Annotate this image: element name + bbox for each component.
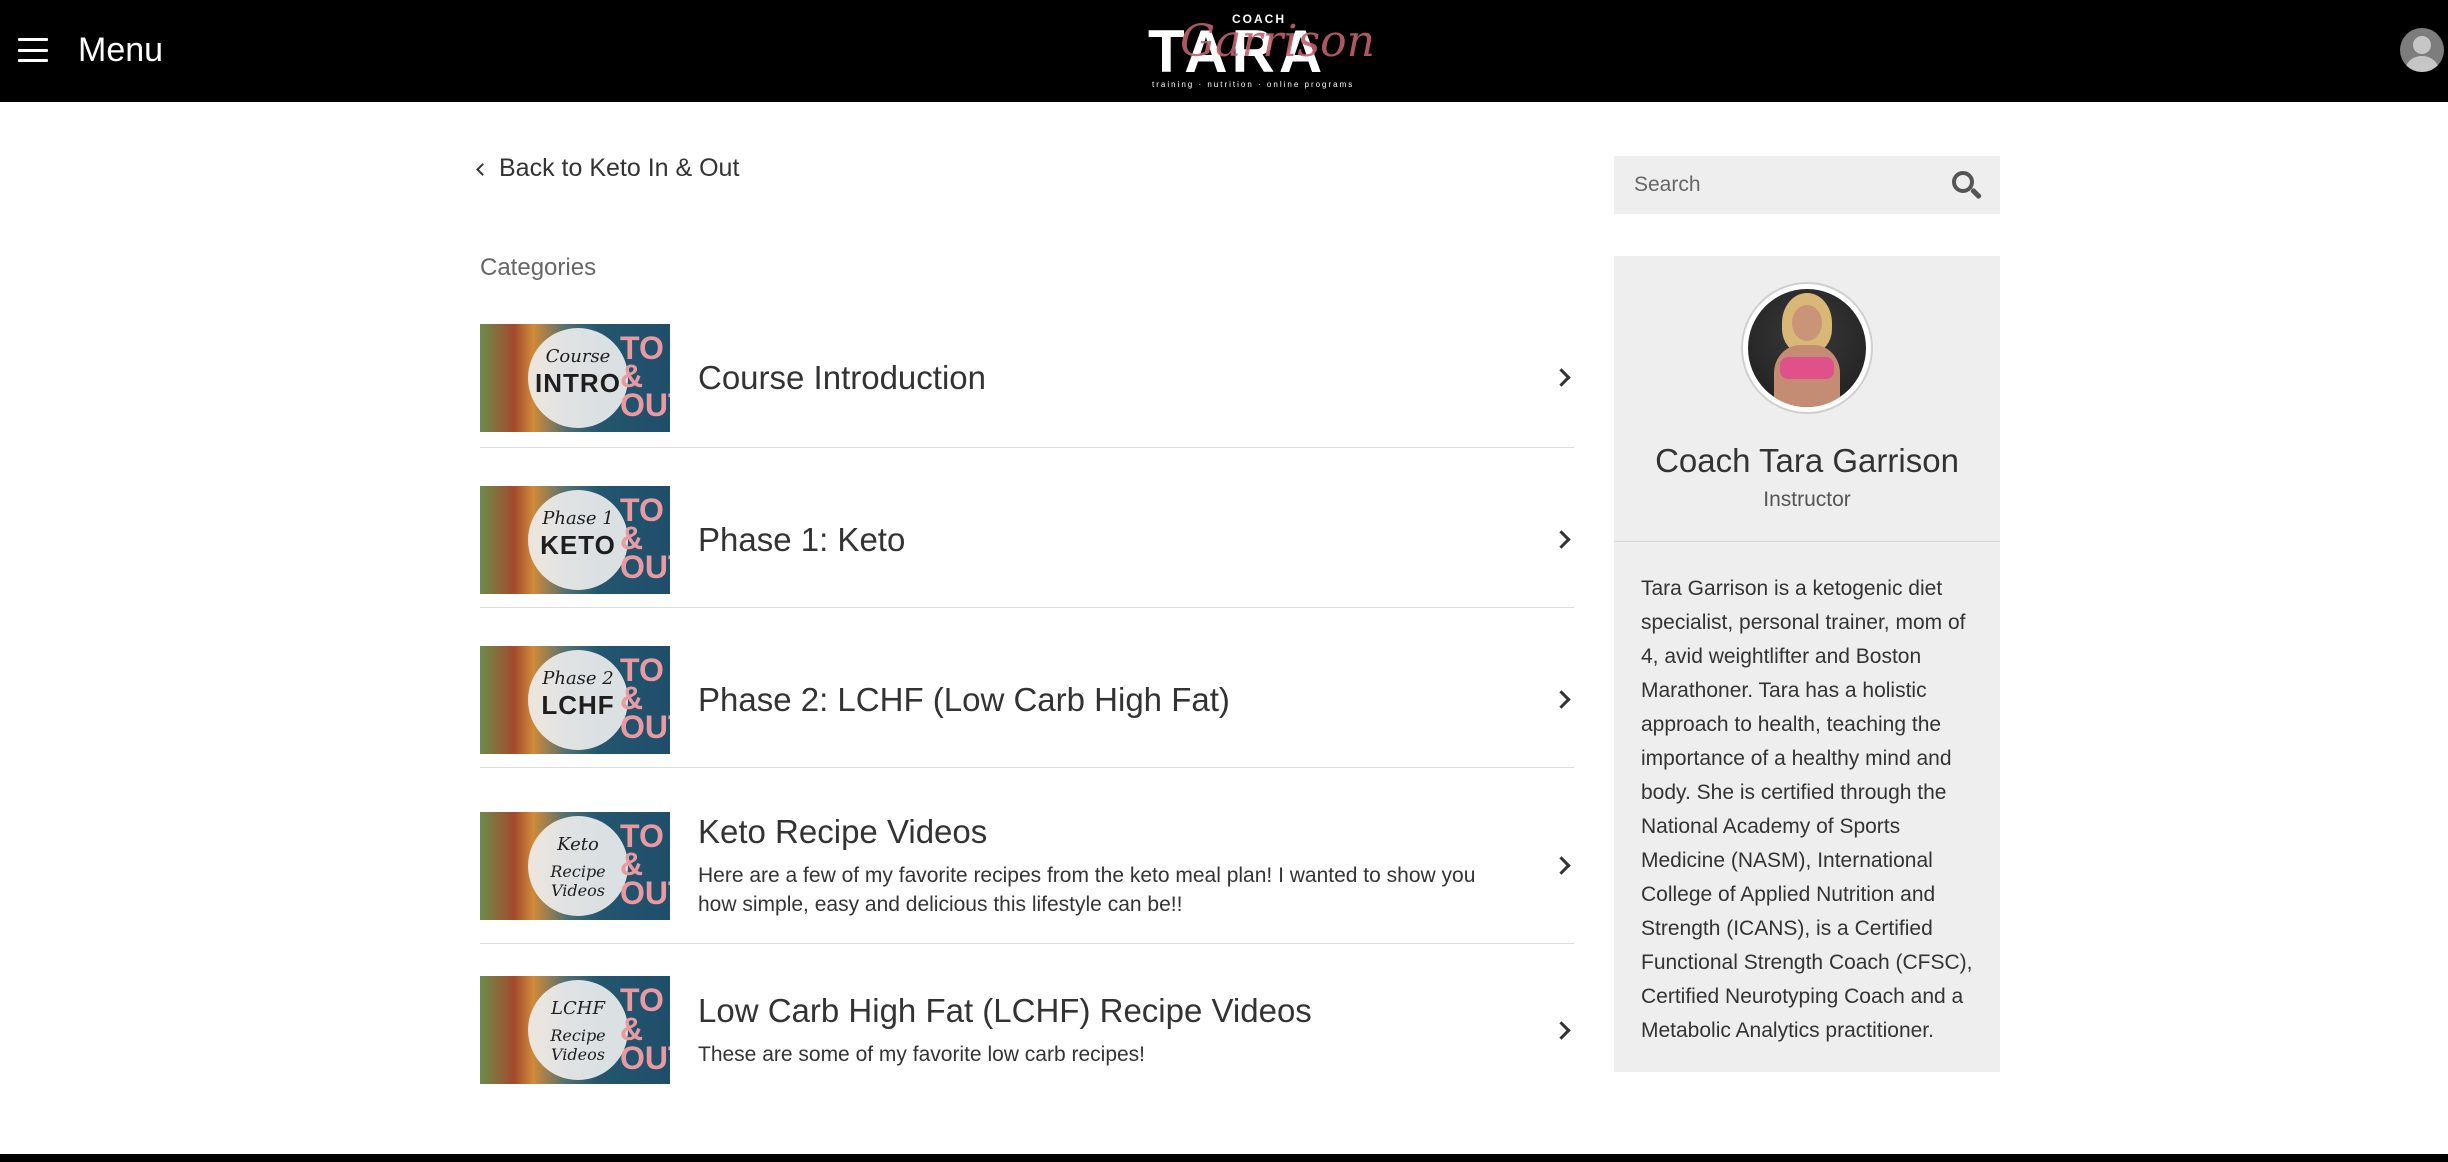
search-input[interactable] (1614, 156, 1950, 214)
instructor-photo (1741, 282, 1873, 414)
category-title: Phase 1: Keto (698, 520, 906, 558)
instructor-role: Instructor (1763, 488, 1851, 511)
categories-heading: Categories (480, 254, 597, 281)
category-item[interactable]: Phase 1 KETO TO & OUT Phase 1: Keto (480, 448, 1574, 608)
footer-strip (0, 1154, 2448, 1162)
category-item[interactable]: Phase 2 LCHF TO & OUT Phase 2: LCHF (Low… (480, 608, 1574, 768)
logo-tagline: training · nutrition · online programs (1152, 80, 1355, 89)
category-thumbnail: Keto Recipe Videos TO & OUT (480, 811, 670, 920)
category-item[interactable]: LCHF Recipe Videos TO & OUT Low Carb Hig… (480, 944, 1574, 1094)
logo-script-text: Garrison (1180, 16, 1375, 67)
category-thumbnail: Course INTRO TO & OUT (480, 323, 670, 432)
category-thumbnail: Phase 2 LCHF TO & OUT (480, 645, 670, 754)
menu-label: Menu (78, 30, 164, 69)
category-list: Course INTRO TO & OUT Course Introductio… (480, 310, 1574, 1094)
category-title: Phase 2: LCHF (Low Carb High Fat) (698, 680, 1230, 718)
category-description: Here are a few of my favorite recipes fr… (698, 863, 1476, 916)
instructor-card: Coach Tara Garrison Instructor Tara Garr… (1614, 256, 2000, 1072)
instructor-name: Coach Tara Garrison (1655, 442, 1959, 479)
category-description: These are some of my favorite low carb r… (698, 1042, 1146, 1066)
category-item[interactable]: Course INTRO TO & OUT Course Introductio… (480, 310, 1574, 448)
user-avatar-icon[interactable] (2400, 28, 2444, 72)
category-thumbnail: Phase 1 KETO TO & OUT (480, 485, 670, 594)
search-box (1614, 156, 2000, 214)
category-item[interactable]: Keto Recipe Videos TO & OUT Keto Recipe … (480, 768, 1574, 944)
top-header: Menu COACH TARA Garrison training · nutr… (0, 0, 2448, 102)
category-title: Keto Recipe Videos (698, 812, 988, 850)
category-title: Low Carb High Fat (LCHF) Recipe Videos (698, 991, 1312, 1029)
site-logo[interactable]: COACH TARA Garrison training · nutrition… (1140, 10, 1375, 92)
menu-button[interactable]: Menu (18, 30, 163, 70)
instructor-bio: Tara Garrison is a ketogenic diet specia… (1641, 577, 1973, 1042)
chevron-left-icon (476, 163, 489, 176)
back-link[interactable]: Back to Keto In & Out (476, 154, 740, 183)
search-icon[interactable] (1950, 169, 1983, 201)
category-title: Course Introduction (698, 358, 986, 396)
back-link-label: Back to Keto In & Out (499, 154, 740, 182)
hamburger-icon (18, 38, 48, 62)
category-thumbnail: LCHF Recipe Videos TO & OUT (480, 976, 670, 1084)
